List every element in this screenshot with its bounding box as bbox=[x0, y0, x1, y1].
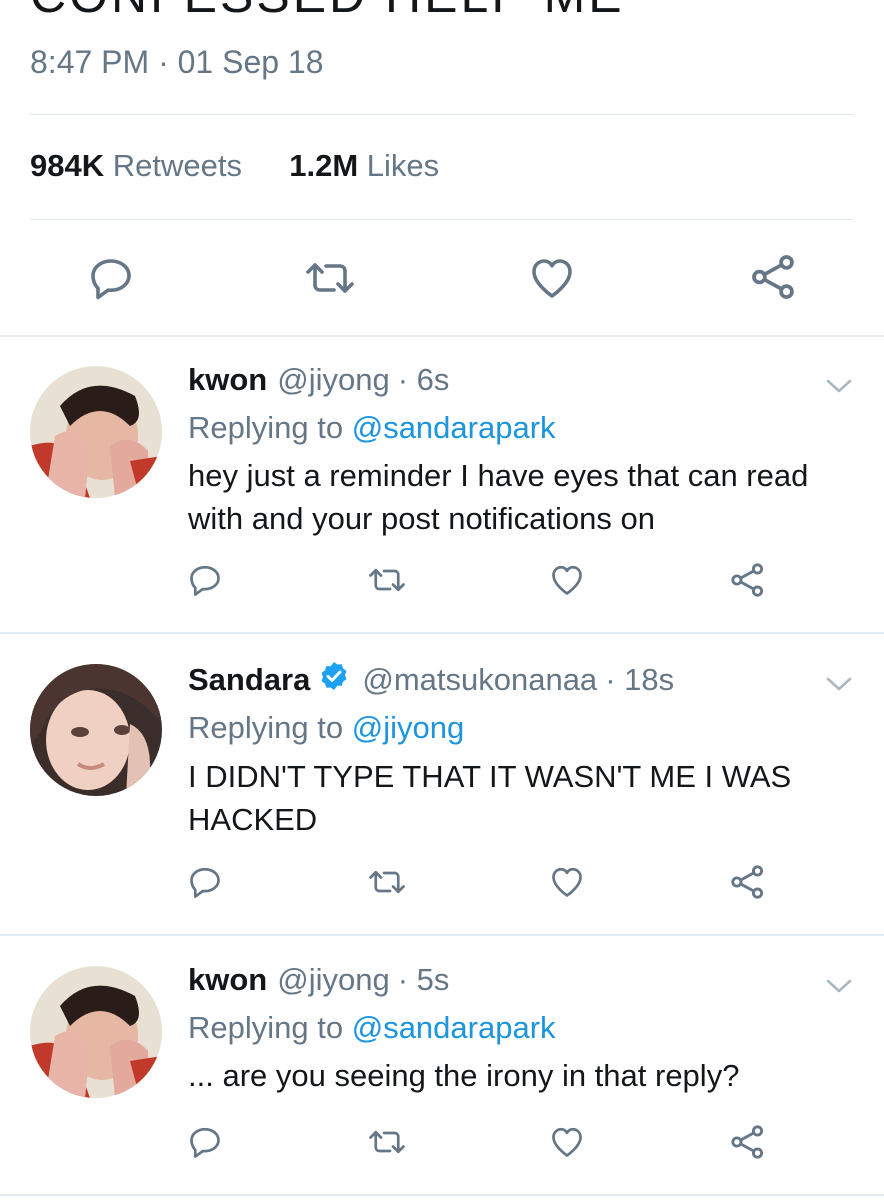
user-handle[interactable]: @jiyong bbox=[277, 362, 389, 398]
share-icon bbox=[752, 255, 794, 299]
replying-to: Replying to @sandarapark bbox=[188, 1010, 556, 1046]
like-button[interactable] bbox=[527, 254, 577, 302]
replying-prefix: Replying to bbox=[188, 410, 344, 445]
reply-tweet[interactable]: kwon @jiyong · 6s Replying to @sandarapa… bbox=[0, 336, 884, 632]
share-button[interactable] bbox=[729, 561, 767, 599]
reply-text: ... are you seeing the irony in that rep… bbox=[188, 1058, 740, 1093]
retweet-button[interactable] bbox=[366, 562, 408, 598]
heart-icon bbox=[552, 565, 582, 595]
heart-icon bbox=[532, 259, 572, 298]
share-button[interactable] bbox=[749, 252, 799, 302]
replying-prefix: Replying to bbox=[188, 1010, 344, 1045]
retweet-button[interactable] bbox=[366, 864, 408, 900]
reply-text: I DIDN'T TYPE THAT IT WASN'T ME I WAS HA… bbox=[188, 759, 792, 837]
share-icon bbox=[731, 865, 764, 899]
retweet-button[interactable] bbox=[366, 1124, 408, 1160]
tweet-text-fragment: CONFESSED HELP ME bbox=[30, 0, 625, 24]
display-name[interactable]: Sandara bbox=[188, 662, 310, 698]
avatar[interactable] bbox=[30, 966, 162, 1098]
reply-mention-link[interactable]: @sandarapark bbox=[352, 1010, 556, 1045]
more-options-button[interactable] bbox=[824, 674, 854, 699]
reply-button[interactable] bbox=[187, 864, 223, 900]
user-handle[interactable]: @jiyong bbox=[277, 962, 389, 998]
likes-count: 1.2M bbox=[289, 148, 359, 183]
retweet-icon bbox=[369, 1130, 405, 1154]
share-button[interactable] bbox=[729, 1123, 767, 1161]
heart-icon bbox=[552, 867, 582, 897]
reply-mention-link[interactable]: @jiyong bbox=[352, 710, 464, 745]
avatar[interactable] bbox=[30, 366, 162, 498]
likes-label: Likes bbox=[366, 148, 440, 183]
reply-tweet[interactable]: Sandara @matsukonanaa · 18s Replying to … bbox=[0, 634, 884, 934]
divider bbox=[0, 1194, 884, 1196]
verified-badge-icon bbox=[318, 660, 350, 700]
reply-text: hey just a reminder I have eyes that can… bbox=[188, 458, 809, 536]
tweet-stats: 984K Retweets 1.2M Likes bbox=[30, 148, 439, 184]
replying-to: Replying to @jiyong bbox=[188, 710, 464, 746]
chevron-down-icon bbox=[826, 379, 852, 393]
retweet-icon bbox=[306, 263, 354, 293]
main-tweet-actions bbox=[0, 248, 884, 308]
retweet-button[interactable] bbox=[302, 254, 358, 302]
reply-header: kwon @jiyong · 5s bbox=[188, 962, 449, 998]
like-button[interactable] bbox=[548, 1124, 586, 1160]
comment-bubble-icon bbox=[91, 259, 131, 300]
retweet-icon bbox=[369, 870, 405, 894]
replying-prefix: Replying to bbox=[188, 710, 344, 745]
retweets-stat[interactable]: 984K Retweets bbox=[30, 148, 251, 183]
divider bbox=[30, 114, 854, 115]
chevron-down-icon bbox=[826, 979, 852, 993]
retweets-label: Retweets bbox=[112, 148, 242, 183]
heart-icon bbox=[552, 1127, 582, 1157]
reply-button[interactable] bbox=[187, 1124, 223, 1160]
chevron-down-icon bbox=[826, 677, 852, 691]
divider bbox=[30, 219, 854, 220]
likes-stat[interactable]: 1.2M Likes bbox=[289, 148, 439, 183]
retweet-icon bbox=[369, 568, 405, 592]
tweet-timestamp: 8:47 PM · 01 Sep 18 bbox=[30, 44, 324, 80]
comment-bubble-icon bbox=[190, 1127, 220, 1158]
avatar[interactable] bbox=[30, 664, 162, 796]
reply-button[interactable] bbox=[187, 562, 223, 598]
tweet-time: · 6s bbox=[397, 362, 450, 397]
retweets-count: 984K bbox=[30, 148, 105, 183]
user-handle[interactable]: @matsukonanaa bbox=[362, 662, 597, 698]
share-button[interactable] bbox=[729, 863, 767, 901]
share-icon bbox=[731, 1125, 764, 1159]
display-name[interactable]: kwon bbox=[188, 962, 267, 998]
reply-mention-link[interactable]: @sandarapark bbox=[352, 410, 556, 445]
share-icon bbox=[731, 563, 764, 597]
tweet-time: · 5s bbox=[397, 962, 450, 997]
reply-button[interactable] bbox=[87, 254, 135, 302]
like-button[interactable] bbox=[548, 562, 586, 598]
like-button[interactable] bbox=[548, 864, 586, 900]
replying-to: Replying to @sandarapark bbox=[188, 410, 556, 446]
comment-bubble-icon bbox=[190, 867, 220, 898]
reply-tweet[interactable]: kwon @jiyong · 5s Replying to @sandarapa… bbox=[0, 936, 884, 1194]
reply-header: Sandara @matsukonanaa · 18s bbox=[188, 660, 674, 700]
more-options-button[interactable] bbox=[824, 976, 854, 1001]
more-options-button[interactable] bbox=[824, 376, 854, 401]
comment-bubble-icon bbox=[190, 565, 220, 596]
display-name[interactable]: kwon bbox=[188, 362, 267, 398]
tweet-time: · 18s bbox=[605, 662, 675, 697]
reply-header: kwon @jiyong · 6s bbox=[188, 362, 449, 398]
